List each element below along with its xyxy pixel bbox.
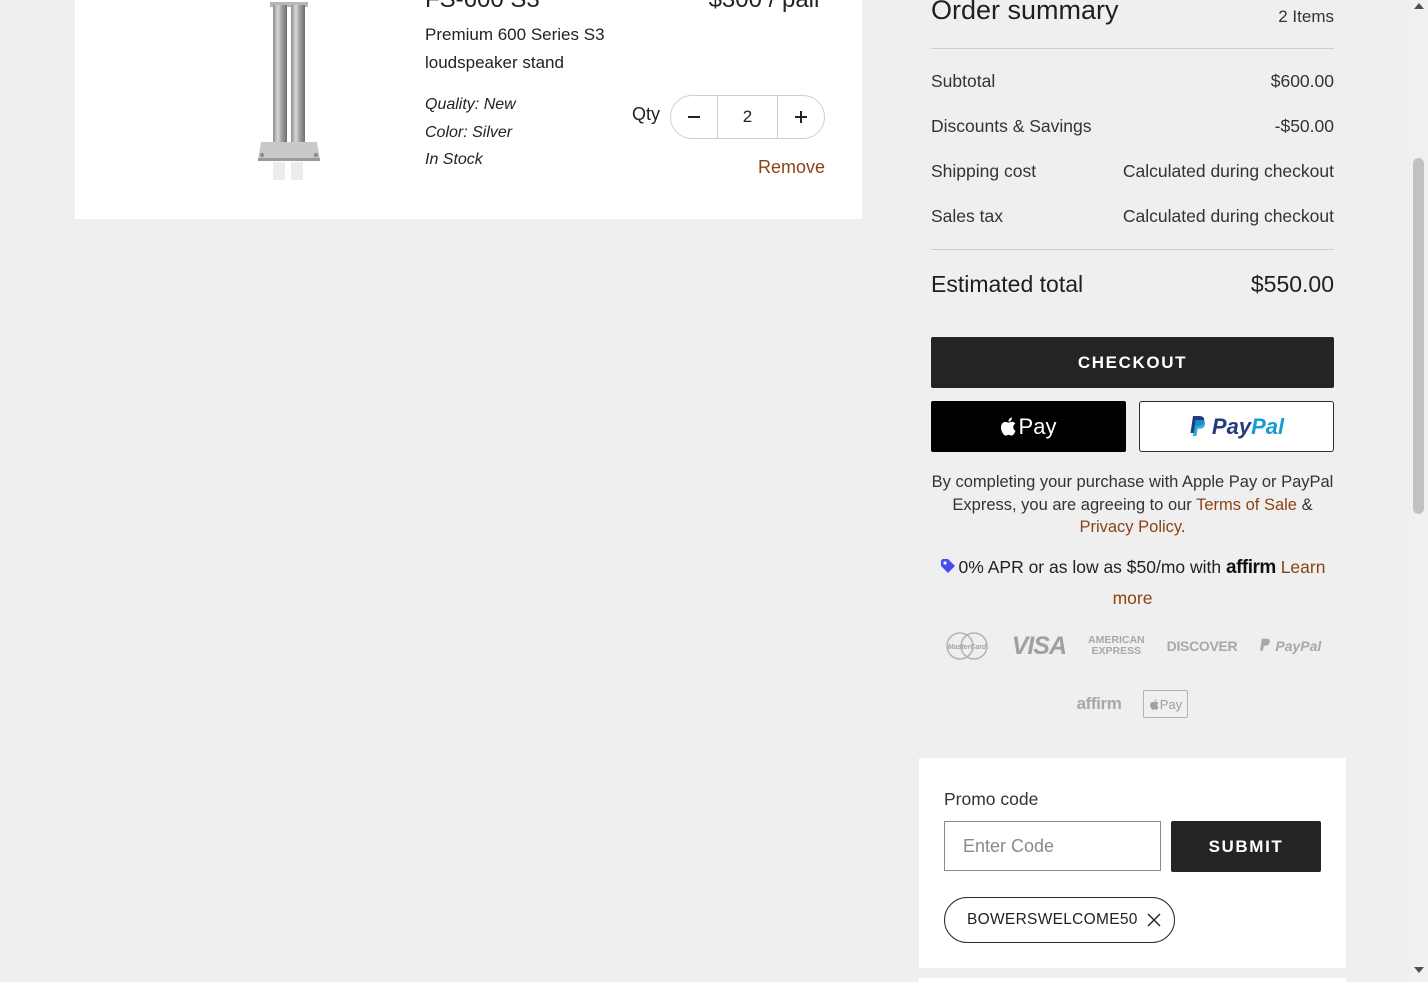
product-meta: Quality: New Color: Silver In Stock <box>425 91 516 174</box>
product-image[interactable] <box>253 0 325 182</box>
apple-pay-logo-icon: Pay <box>1143 685 1189 723</box>
affirm-logo: affirm <box>1226 557 1276 578</box>
affirm-text: 0% APR or as low as $50/mo with <box>958 557 1222 577</box>
apple-pay-logo-text: Pay <box>1159 696 1183 712</box>
product-title[interactable]: FS-600 S3 <box>425 0 540 14</box>
increase-qty-button[interactable] <box>778 96 824 138</box>
promo-label: Promo code <box>944 789 1039 809</box>
apple-pay-button[interactable]: Pay <box>931 401 1126 452</box>
terms-of-sale-link[interactable]: Terms of Sale <box>1196 496 1297 514</box>
discount-value: -$50.00 <box>1274 116 1334 136</box>
close-icon[interactable] <box>1146 912 1162 928</box>
scroll-down-icon[interactable] <box>1414 967 1424 973</box>
apple-icon <box>1000 417 1016 436</box>
tax-row: Sales tax Calculated during checkout <box>931 206 1334 227</box>
item-count: 2 Items <box>1278 7 1334 26</box>
total-label: Estimated total <box>931 271 1084 297</box>
privacy-policy-link[interactable]: Privacy Policy <box>1079 518 1180 536</box>
qty-input[interactable]: 2 <box>717 96 778 138</box>
submit-promo-button[interactable]: SUBMIT <box>1171 821 1321 872</box>
tag-icon <box>940 559 955 573</box>
discover-icon: DISCOVER <box>1166 638 1238 654</box>
amex-line2: EXPRESS <box>1091 645 1142 657</box>
quantity-stepper: 2 <box>670 95 825 139</box>
total-row: Estimated total $550.00 <box>931 271 1334 298</box>
mastercard-icon: MasterCard <box>944 627 990 665</box>
paypal-button[interactable]: PayPal <box>1139 401 1334 452</box>
paypal-label: PayPal <box>1212 414 1284 440</box>
tax-value: Calculated during checkout <box>1122 206 1334 226</box>
qty-label: Qty <box>632 104 661 124</box>
checkout-button[interactable]: CHECKOUT <box>931 337 1334 388</box>
product-description: Premium 600 Series S3 loudspeaker stand <box>425 25 605 72</box>
product-price: $300 / pair <box>709 0 822 14</box>
legal-period: . <box>1180 518 1186 536</box>
legal-notice: By completing your purchase with Apple P… <box>931 471 1334 539</box>
paypal-pal-text: Pal <box>1251 413 1285 439</box>
cart-item-card: FS-600 S3 $300 / pair Premium 600 Series… <box>75 0 862 219</box>
shipping-row: Shipping cost Calculated during checkout <box>931 161 1334 182</box>
amex-icon: AMERICAN EXPRESS <box>1088 627 1145 665</box>
discount-row: Discounts & Savings -$50.00 <box>931 116 1334 137</box>
scroll-thumb[interactable] <box>1413 158 1424 514</box>
divider <box>931 249 1334 250</box>
decrease-qty-button[interactable] <box>671 96 717 138</box>
affirm-icon: affirm <box>1076 694 1122 713</box>
product-quality: Quality: New <box>425 96 516 113</box>
total-value: $550.00 <box>1250 271 1334 297</box>
subtotal-label: Subtotal <box>931 71 996 91</box>
scroll-up-icon[interactable] <box>1414 3 1424 9</box>
remove-link[interactable]: Remove <box>758 157 825 178</box>
stock-status: In Stock <box>425 151 483 168</box>
shipping-value: Calculated during checkout <box>1122 161 1334 181</box>
subtotal-row: Subtotal $600.00 <box>931 71 1334 92</box>
applied-promo-code: BOWERSWELCOME50 <box>967 911 1138 928</box>
product-color: Color: Silver <box>425 123 513 141</box>
payment-logos: MasterCard VISA AMERICAN EXPRESS DISCOVE… <box>931 627 1334 723</box>
subtotal-value: $600.00 <box>1270 71 1334 91</box>
divider <box>931 48 1334 49</box>
paypal-pay-text: Pay <box>1211 413 1252 439</box>
shipping-label: Shipping cost <box>931 161 1037 181</box>
visa-icon: VISA <box>1011 631 1067 660</box>
paypal-logo-icon: PayPal <box>1259 627 1321 665</box>
legal-amp: & <box>1301 495 1313 514</box>
promo-code-input[interactable] <box>944 821 1161 871</box>
discount-label: Discounts & Savings <box>931 116 1092 136</box>
apple-pay-label: Pay <box>1018 413 1057 439</box>
plus-icon <box>795 111 807 123</box>
tax-label: Sales tax <box>931 206 1003 226</box>
paypal-icon <box>1190 416 1206 436</box>
next-panel <box>919 978 1346 982</box>
minus-icon <box>688 116 700 118</box>
affirm-promo: 0% APR or as low as $50/mo with affirm L… <box>931 552 1334 614</box>
promo-code-panel: Promo code SUBMIT BOWERSWELCOME50 <box>919 758 1346 968</box>
mastercard-text: MasterCard <box>947 644 986 651</box>
summary-title: Order summary <box>931 0 1119 25</box>
paypal-logo-text: PayPal <box>1275 638 1322 654</box>
applied-promo-chip: BOWERSWELCOME50 <box>944 897 1175 943</box>
scrollbar[interactable] <box>1410 0 1428 982</box>
